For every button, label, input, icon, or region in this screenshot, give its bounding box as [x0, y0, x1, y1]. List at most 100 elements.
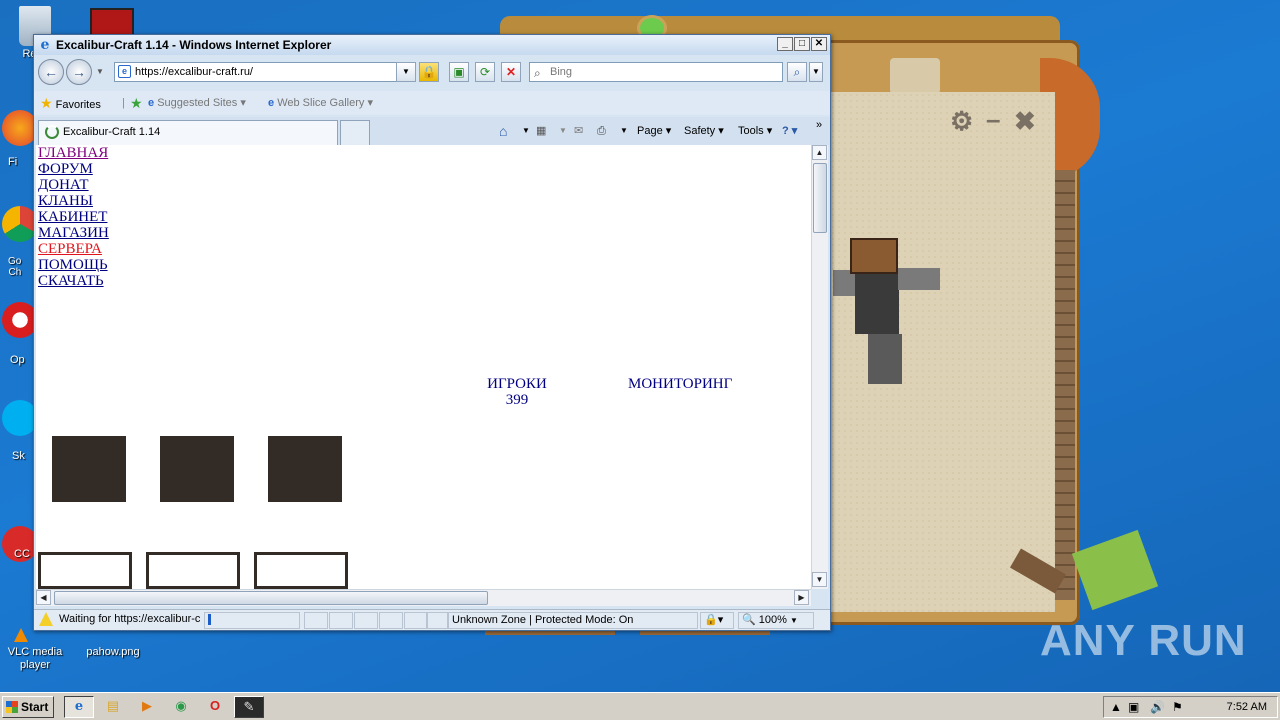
- content-box[interactable]: [38, 552, 132, 589]
- address-bar[interactable]: e https://excalibur-craft.ru/: [114, 62, 414, 82]
- lock-icon[interactable]: 🔒: [419, 62, 439, 82]
- image-placeholder[interactable]: [52, 436, 126, 502]
- nav-link-download[interactable]: СКАЧАТЬ: [38, 273, 109, 289]
- home-icon[interactable]: ⌂: [499, 117, 507, 145]
- compatibility-view-icon[interactable]: ▣: [449, 62, 469, 82]
- launcher-shield-icon: [890, 58, 940, 94]
- search-placeholder: Bing: [550, 66, 573, 78]
- nav-link-donate[interactable]: ДОНАТ: [38, 177, 109, 193]
- tab-label: Excalibur-Craft 1.14: [63, 126, 161, 138]
- minimize-button[interactable]: _: [777, 37, 793, 51]
- back-button[interactable]: ←: [38, 59, 64, 85]
- start-label: Start: [21, 700, 49, 714]
- window-title: Excalibur-Craft 1.14 - Windows Internet …: [56, 38, 332, 52]
- nav-link-forum[interactable]: ФОРУМ: [38, 161, 109, 177]
- vertical-scrollbar[interactable]: ▲ ▼: [811, 145, 828, 589]
- scroll-left-icon[interactable]: ◀: [36, 590, 51, 605]
- launcher-settings-icon[interactable]: ⚙: [950, 106, 973, 137]
- tab-excalibur[interactable]: Excalibur-Craft 1.14: [38, 120, 338, 145]
- status-text: Waiting for https://excalibur-c: [59, 613, 201, 625]
- status-pane: [379, 612, 403, 629]
- launcher-minimize-icon[interactable]: –: [986, 104, 1000, 135]
- forward-button[interactable]: →: [66, 59, 92, 85]
- history-dropdown-icon[interactable]: ▼: [96, 67, 104, 76]
- nav-link-cabinet[interactable]: КАБИНЕТ: [38, 209, 109, 225]
- scroll-right-icon[interactable]: ▶: [794, 590, 809, 605]
- home-dropdown-icon[interactable]: ▼: [522, 117, 530, 145]
- warning-icon: [39, 612, 53, 626]
- page-menu[interactable]: Page ▾: [637, 117, 671, 145]
- content-box[interactable]: [146, 552, 240, 589]
- scroll-down-icon[interactable]: ▼: [812, 572, 827, 587]
- nav-link-home[interactable]: ГЛАВНАЯ: [38, 145, 109, 161]
- more-commands-icon[interactable]: »: [816, 111, 822, 139]
- maximize-button[interactable]: □: [794, 37, 810, 51]
- safety-menu[interactable]: Safety ▾: [684, 117, 724, 145]
- taskbar-launcher-icon[interactable]: ✎: [234, 696, 264, 718]
- window-controls: _ □ ✕: [777, 37, 827, 51]
- search-options-icon[interactable]: ▼: [809, 62, 823, 82]
- feeds-dropdown-icon[interactable]: ▼: [559, 117, 567, 145]
- volume-icon[interactable]: 🔊: [1150, 700, 1165, 714]
- web-slice-gallery-link[interactable]: e Web Slice Gallery ▾: [268, 91, 373, 115]
- nav-link-help[interactable]: ПОМОЩЬ: [38, 257, 109, 273]
- windows-logo-icon: [6, 701, 18, 713]
- launcher-wall: [1055, 170, 1075, 600]
- protected-mode-icon[interactable]: 🔒▾: [700, 612, 734, 629]
- search-input[interactable]: ⌕ Bing: [529, 62, 783, 82]
- refresh-icon[interactable]: ⟳: [475, 62, 495, 82]
- content-box[interactable]: [254, 552, 348, 589]
- web-slice-label: Web Slice Gallery ▾: [277, 97, 373, 109]
- stop-icon[interactable]: ✕: [501, 62, 521, 82]
- status-pane: [354, 612, 378, 629]
- monitoring-link[interactable]: МОНИТОРИНГ: [628, 376, 732, 393]
- taskbar-chrome-icon[interactable]: ◉: [166, 696, 196, 718]
- nav-link-shop[interactable]: МАГАЗИН: [38, 225, 109, 241]
- favorites-button[interactable]: ★ Favorites: [40, 91, 101, 117]
- taskbar-media-player-icon[interactable]: ▶: [132, 696, 162, 718]
- zoom-level: 100%: [758, 614, 787, 626]
- new-tab-button[interactable]: [340, 120, 370, 145]
- taskbar-opera-icon[interactable]: O: [200, 696, 230, 718]
- security-zone[interactable]: Unknown Zone | Protected Mode: On: [448, 612, 698, 629]
- launcher-close-icon[interactable]: ✖: [1014, 106, 1036, 137]
- nav-link-clans[interactable]: КЛАНЫ: [38, 193, 109, 209]
- search-button[interactable]: ⌕: [787, 62, 807, 82]
- scroll-up-icon[interactable]: ▲: [812, 145, 827, 160]
- separator: |: [122, 97, 125, 109]
- ie-page-icon: e: [268, 97, 275, 109]
- status-pane: [426, 612, 448, 629]
- start-button[interactable]: Start: [2, 696, 54, 718]
- clock[interactable]: 7:52 AM: [1227, 697, 1267, 717]
- print-dropdown-icon[interactable]: ▼: [620, 117, 628, 145]
- show-hidden-icons[interactable]: ▲: [1110, 700, 1122, 714]
- ie-title-bar[interactable]: e Excalibur-Craft 1.14 - Windows Interne…: [34, 35, 830, 55]
- tools-menu[interactable]: Tools ▾: [738, 117, 772, 145]
- taskbar-ie-icon[interactable]: e: [64, 696, 94, 718]
- nav-link-servers[interactable]: СЕРВЕРА: [38, 241, 109, 257]
- progress-bar: [204, 612, 300, 629]
- status-pane: [304, 612, 328, 629]
- close-button[interactable]: ✕: [811, 37, 827, 51]
- feeds-icon[interactable]: ▦: [536, 117, 546, 145]
- desktop-icon-label: CC: [14, 548, 30, 560]
- watermark: ANY RUN: [1040, 616, 1247, 665]
- help-menu[interactable]: ? ▾: [782, 117, 797, 145]
- network-icon[interactable]: ▣: [1128, 700, 1139, 714]
- add-favorite-icon[interactable]: ★: [130, 91, 143, 117]
- action-center-flag-icon[interactable]: ⚑: [1172, 700, 1183, 714]
- print-icon[interactable]: ⎙: [597, 117, 606, 145]
- zoom-control[interactable]: 🔍 100% ▼: [738, 612, 814, 629]
- mail-icon[interactable]: ✉: [574, 117, 583, 145]
- address-dropdown-icon[interactable]: ▼: [396, 62, 416, 82]
- pdf-file-icon[interactable]: [90, 8, 134, 36]
- taskbar-explorer-icon[interactable]: ▤: [98, 696, 128, 718]
- image-placeholder[interactable]: [268, 436, 342, 502]
- scrollbar-thumb[interactable]: [813, 163, 827, 233]
- suggested-sites-link[interactable]: e Suggested Sites ▾: [148, 91, 246, 115]
- players-stat: ИГРОКИ 399: [482, 376, 552, 408]
- image-placeholder[interactable]: [160, 436, 234, 502]
- zoom-dropdown-icon: ▼: [789, 616, 798, 625]
- scrollbar-thumb[interactable]: [54, 591, 488, 605]
- horizontal-scrollbar[interactable]: ◀ ▶: [36, 589, 811, 606]
